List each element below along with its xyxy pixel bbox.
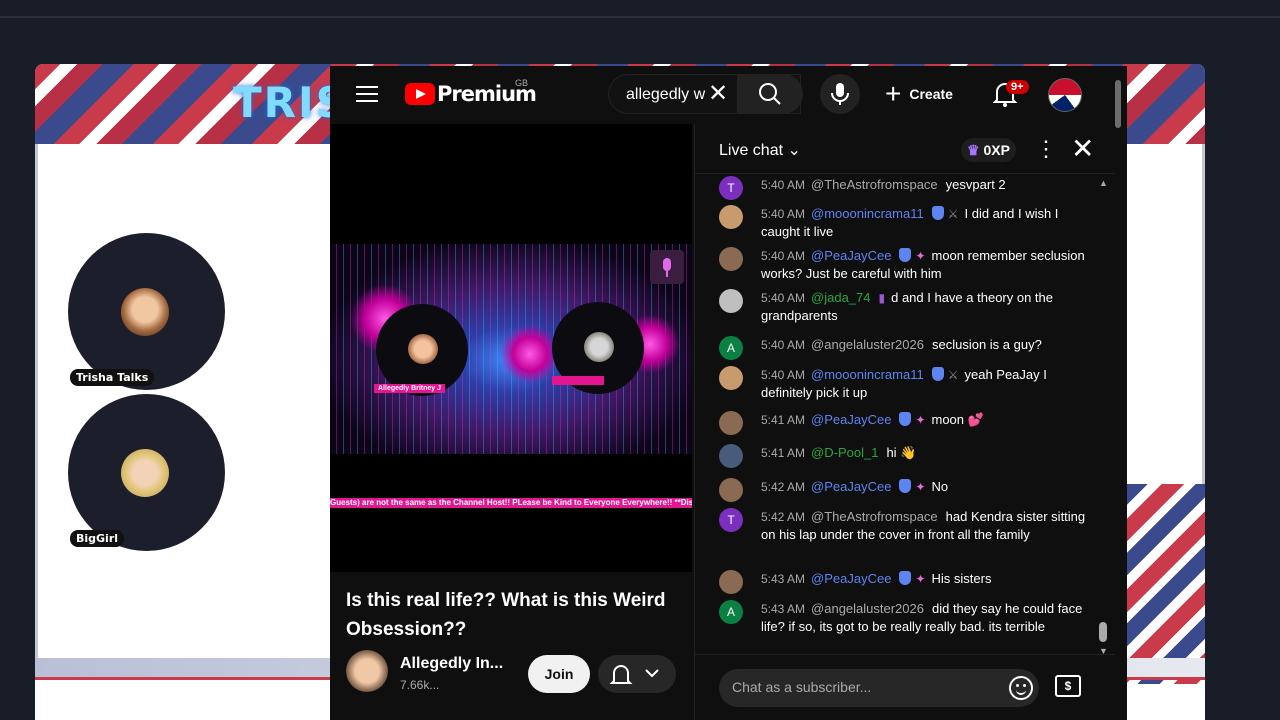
chat-message: 5:41 AM @D-Pool_1 hi 👋 <box>719 444 1089 468</box>
create-button[interactable]: + Create <box>885 76 953 112</box>
clear-search-icon[interactable]: ✕ <box>708 81 728 107</box>
chat-input-bar: Chat as a subscriber... $ <box>695 654 1115 720</box>
guest-1-face <box>408 334 438 364</box>
chat-scrollbar[interactable] <box>1099 622 1107 642</box>
youtube-header: Premium GB allegedly w ✕ + Create 9+ <box>330 66 1127 128</box>
video-title: Is this real life?? What is this Weird O… <box>346 590 666 640</box>
hamburger-menu-icon[interactable] <box>356 86 378 104</box>
guest-cam-label: BigGirl <box>70 530 125 547</box>
chat-message: A 5:43 AM @angelaluster2026 did they say h… <box>719 600 1089 635</box>
member-badge-icon <box>899 571 912 585</box>
chat-input-placeholder[interactable]: Chat as a subscriber... <box>732 679 871 695</box>
banner-stripes <box>1125 484 1205 684</box>
search-icon <box>759 83 781 105</box>
emoji-icon[interactable] <box>1009 676 1033 700</box>
channel-name[interactable]: Allegedly In... <box>400 655 503 673</box>
live-chat-header: Live chat ⌄ ♛ 0XP ⋮ ✕ <box>695 124 1115 174</box>
chat-message: 5:41 AM @PeaJayCee ✦ moon 💕 <box>719 411 1089 435</box>
chat-avatar[interactable] <box>719 570 743 594</box>
chat-message: 5:40 AM @mooonincrama11 ⚔ yeah PeaJay I def… <box>719 366 1089 401</box>
chat-message: 5:43 AM @PeaJayCee ✦ His sisters <box>719 570 1089 594</box>
live-chat-panel: Live chat ⌄ ♛ 0XP ⋮ ✕ ▲ T 5:40 AM @TheAst… <box>694 124 1115 720</box>
member-badge-icon <box>931 206 944 220</box>
bell-ring-icon <box>609 665 659 684</box>
video-ticker: Guests) are not the same as the Channel … <box>330 498 692 508</box>
chat-input[interactable]: Chat as a subscriber... <box>719 669 1039 707</box>
chat-message: 5:42 AM @PeaJayCee ✦ No <box>719 478 1089 502</box>
youtube-logo-icon[interactable] <box>405 83 435 105</box>
live-chat-title[interactable]: Live chat ⌄ <box>719 140 801 160</box>
xp-badge[interactable]: ♛ 0XP <box>961 138 1016 162</box>
notification-settings-button[interactable] <box>598 655 676 693</box>
crown-icon: ♛ <box>967 142 980 158</box>
chat-avatar[interactable] <box>719 366 743 390</box>
chat-avatar[interactable] <box>719 444 743 468</box>
search-query[interactable]: allegedly w <box>626 86 708 104</box>
chat-avatar[interactable] <box>719 289 743 313</box>
close-chat-icon[interactable]: ✕ <box>1071 135 1094 163</box>
member-badge-icon <box>899 412 912 426</box>
chat-message: T 5:42 AM @TheAstrofromspace had Kendra si… <box>719 508 1089 543</box>
guest-2-tag <box>552 376 604 385</box>
account-avatar[interactable] <box>1048 78 1082 112</box>
chat-message: A 5:40 AM @angelaluster2026 seclusion is a… <box>719 336 1089 360</box>
member-badge-icon <box>899 248 912 262</box>
chat-message: 5:40 AM @PeaJayCee ✦ moon remember seclusio… <box>719 247 1089 282</box>
chat-avatar[interactable] <box>719 478 743 502</box>
plus-icon: + <box>885 78 902 109</box>
host-face <box>121 288 169 336</box>
chat-avatar[interactable]: A <box>719 336 743 360</box>
podcast-mic-icon <box>650 250 684 284</box>
voice-search-button[interactable] <box>820 74 860 114</box>
video-stage: Allegedly Britney J <box>330 244 692 454</box>
chat-avatar[interactable]: T <box>719 176 743 200</box>
guest-1-tag: Allegedly Britney J <box>374 384 446 393</box>
page-scrollbar[interactable] <box>1115 80 1121 128</box>
host-cam-label: Trisha Talks <box>70 369 155 386</box>
guest-2-face <box>584 332 614 362</box>
chat-avatar[interactable] <box>719 411 743 435</box>
super-chat-icon[interactable]: $ <box>1055 675 1081 697</box>
chat-message: 5:40 AM @mooonincrama11 ⚔ I did and I wish … <box>719 205 1089 240</box>
video-guest-1 <box>376 304 468 396</box>
chat-message: 5:40 AM @jada_74 ▮ d and I have a theory on… <box>719 289 1089 324</box>
chat-message-list: T 5:40 AM @TheAstrofromspace yesvpart 2 5:… <box>695 176 1115 652</box>
browser-top-bar <box>0 0 1280 18</box>
member-badge-icon <box>931 367 944 381</box>
youtube-window: Premium GB allegedly w ✕ + Create 9+ All… <box>330 66 1127 720</box>
guest-webcam <box>68 394 225 551</box>
more-options-icon[interactable]: ⋮ <box>1035 138 1057 160</box>
chat-avatar[interactable]: T <box>719 508 743 532</box>
subscriber-count: 7.66k... <box>400 678 440 692</box>
create-label: Create <box>909 86 953 102</box>
chat-message: T 5:40 AM @TheAstrofromspace yesvpart 2 <box>719 176 1089 200</box>
member-badge-icon <box>899 479 912 493</box>
region-label: GB <box>515 78 529 88</box>
chat-avatar[interactable] <box>719 205 743 229</box>
video-player[interactable]: Allegedly Britney J Guests) are not the … <box>330 124 692 572</box>
chat-avatar[interactable]: A <box>719 600 743 624</box>
host-webcam <box>68 233 225 390</box>
channel-avatar[interactable] <box>346 650 388 692</box>
chat-avatar[interactable] <box>719 247 743 271</box>
search-button[interactable] <box>737 74 803 114</box>
notifications-badge: 9+ <box>1006 80 1029 94</box>
stage-glow <box>500 324 560 384</box>
microphone-icon <box>831 83 849 105</box>
guest-face <box>121 449 169 497</box>
join-button[interactable]: Join <box>528 655 590 693</box>
